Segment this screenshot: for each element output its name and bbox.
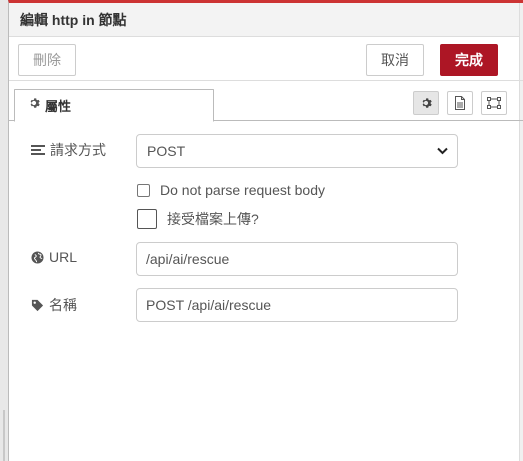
edit-tray: 編輯 http in 節點 刪除 取消 完成 屬性 請求方式 POST Do n…	[8, 0, 523, 461]
tab-bar: 屬性	[9, 81, 523, 122]
appearance-tab-button[interactable]	[481, 91, 507, 115]
gear-icon	[28, 97, 40, 109]
name-value: POST /api/ai/rescue	[146, 297, 272, 313]
description-tab-button[interactable]	[447, 91, 473, 115]
url-label-text: URL	[49, 249, 78, 265]
name-input[interactable]: POST /api/ai/rescue	[136, 288, 458, 322]
method-label: 請求方式	[31, 140, 106, 160]
scroll-handle[interactable]	[3, 410, 5, 461]
upload-label: 接受檔案上傳?	[167, 211, 259, 227]
no-parse-checkbox[interactable]	[137, 183, 150, 197]
gear-icon	[420, 97, 432, 109]
document-icon	[454, 96, 466, 110]
method-label-text: 請求方式	[50, 142, 106, 158]
tray-toolbar: 刪除 取消 完成	[9, 37, 523, 81]
delete-button[interactable]: 刪除	[18, 44, 76, 76]
tab-properties[interactable]: 屬性	[14, 89, 214, 122]
method-select[interactable]: POST	[136, 134, 458, 168]
tab-label: 屬性	[45, 99, 72, 114]
tag-icon	[31, 299, 44, 312]
workspace-canvas-strip	[0, 0, 8, 461]
upload-row: 接受檔案上傳?	[137, 209, 259, 229]
no-parse-label: Do not parse request body	[160, 182, 325, 198]
frame-icon	[487, 97, 501, 109]
no-parse-row: Do not parse request body	[137, 182, 325, 198]
method-value: POST	[147, 143, 186, 159]
cancel-button[interactable]: 取消	[366, 44, 424, 76]
upload-checkbox[interactable]	[137, 209, 157, 229]
tray-title: 編輯 http in 節點	[9, 3, 523, 37]
chevron-down-icon	[437, 147, 448, 155]
globe-icon	[31, 250, 44, 264]
name-label-text: 名稱	[49, 297, 77, 313]
settings-tab-button[interactable]	[413, 91, 439, 115]
name-label: 名稱	[31, 295, 77, 315]
done-button[interactable]: 完成	[440, 44, 498, 76]
list-icon	[31, 144, 45, 156]
url-input[interactable]: /api/ai/rescue	[136, 242, 458, 276]
url-value: /api/ai/rescue	[146, 251, 230, 267]
url-label: URL	[31, 249, 77, 265]
